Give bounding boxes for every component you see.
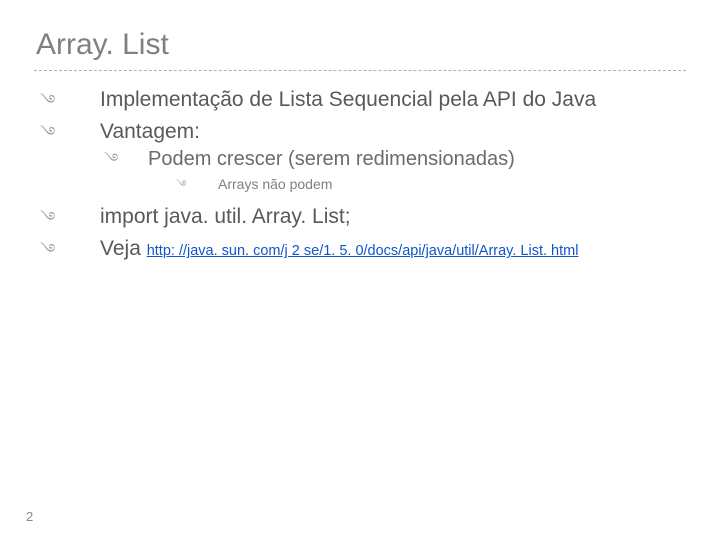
page-number: 2 (26, 509, 33, 524)
bullet-body-2: Vantagem: ࿓ Podem crescer (serem redimen… (100, 119, 686, 200)
bullet-text-3: import java. util. Array. List; (100, 204, 686, 230)
reference-link[interactable]: http: //java. sun. com/j 2 se/1. 5. 0/do… (147, 243, 579, 259)
subsub-bullet-row: ࿓ Arrays não podem (148, 176, 686, 194)
bullet-row-2: ࿓ Vantagem: ࿓ Podem crescer (serem redim… (34, 119, 686, 200)
bullet-col: ࿓ (34, 119, 100, 147)
bullet-row-1: ࿓ Implementação de Lista Sequencial pela… (34, 87, 686, 115)
bullet-col: ࿓ (34, 236, 100, 264)
slide: Array. List ࿓ Implementação de Lista Seq… (0, 0, 720, 540)
bullet-icon: ࿓ (40, 206, 55, 232)
bullet-text-1: Implementação de Lista Sequencial pela A… (100, 87, 686, 113)
bullet-row-4: ࿓ Veja http: //java. sun. com/j 2 se/1. … (34, 236, 686, 264)
title-underline (34, 70, 686, 71)
bullet-text-2: Vantagem: (100, 119, 686, 145)
sub-bullet-row: ࿓ Podem crescer (serem redimensionadas) … (100, 147, 686, 200)
bullet-icon: ࿓ (40, 89, 55, 115)
bullet-col: ࿓ (34, 204, 100, 232)
bullet-icon: ࿓ (40, 121, 55, 147)
bullet-body-4: Veja http: //java. sun. com/j 2 se/1. 5.… (100, 236, 686, 262)
bullet-col: ࿓ (34, 87, 100, 115)
bullet-icon: ࿓ (40, 238, 55, 264)
subsub-bullet-text: Arrays não podem (218, 176, 686, 194)
sub-bullet-text: Podem crescer (serem redimensionadas) (148, 147, 686, 172)
sub-bullet-body: Podem crescer (serem redimensionadas) ࿓ … (148, 147, 686, 200)
subsub-bullet-icon: ࿓ (148, 176, 218, 194)
veja-prefix: Veja (100, 237, 147, 260)
slide-title: Array. List (36, 28, 686, 62)
bullet-row-3: ࿓ import java. util. Array. List; (34, 204, 686, 232)
content-area: ࿓ Implementação de Lista Sequencial pela… (34, 87, 686, 264)
sub-bullet-icon: ࿓ (100, 147, 148, 173)
